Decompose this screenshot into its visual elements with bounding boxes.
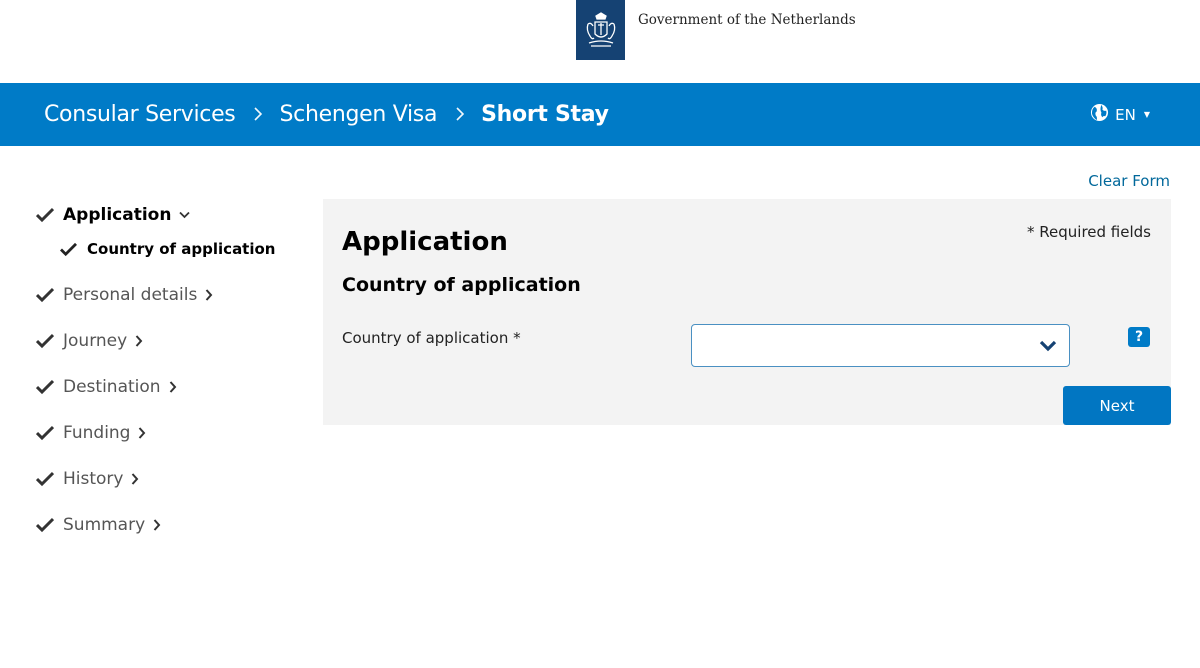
required-fields-note: * Required fields [1027, 223, 1151, 241]
breadcrumb: Consular Services Schengen Visa Short St… [44, 83, 609, 146]
step-label: Funding [63, 423, 131, 443]
step-label: History [63, 469, 124, 489]
step-history[interactable]: History [36, 456, 306, 502]
top-navigation-bar: Consular Services Schengen Visa Short St… [0, 83, 1200, 146]
chevron-right-icon [169, 381, 177, 393]
step-label: Summary [63, 515, 146, 535]
step-personal-details[interactable]: Personal details [36, 272, 306, 318]
checkmark-icon [36, 207, 56, 223]
breadcrumb-short-stay: Short Stay [481, 102, 609, 127]
substep-country-of-application[interactable]: Country of application [36, 226, 306, 272]
checkmark-icon [60, 242, 80, 257]
checkmark-icon [36, 333, 56, 349]
language-selector[interactable]: EN ▼ [1090, 83, 1150, 146]
breadcrumb-schengen-visa[interactable]: Schengen Visa [279, 102, 437, 127]
chevron-right-icon [455, 103, 465, 127]
step-label: Personal details [63, 285, 198, 305]
step-label: Journey [63, 331, 128, 351]
language-label: EN [1115, 105, 1136, 124]
chevron-right-icon [153, 519, 161, 531]
checkmark-icon [36, 471, 56, 487]
checkmark-icon [36, 379, 56, 395]
step-funding[interactable]: Funding [36, 410, 306, 456]
chevron-right-icon [138, 427, 146, 439]
country-of-application-select[interactable] [691, 324, 1070, 367]
section-title: Country of application [342, 274, 581, 296]
chevron-right-icon [205, 289, 213, 301]
chevron-right-icon [131, 473, 139, 485]
step-label: Destination [63, 377, 161, 397]
coat-of-arms-icon[interactable] [576, 0, 625, 60]
chevron-down-icon [1039, 338, 1057, 357]
checkmark-icon [36, 517, 56, 533]
clear-form-link[interactable]: Clear Form [1088, 172, 1170, 190]
chevron-right-icon [135, 335, 143, 347]
chevron-right-icon [253, 103, 263, 127]
checkmark-icon [36, 425, 56, 441]
checkmark-icon [36, 287, 56, 303]
step-journey[interactable]: Journey [36, 318, 306, 364]
step-navigation: Application Country of application Perso… [36, 202, 306, 548]
page-title: Application [342, 227, 508, 257]
application-form-panel: Application * Required fields Country of… [323, 199, 1171, 425]
step-application[interactable]: Application [36, 202, 306, 228]
government-header: Government of the Netherlands [0, 0, 1200, 83]
globe-icon [1090, 103, 1109, 126]
substep-label: Country of application [87, 240, 276, 258]
government-name: Government of the Netherlands [638, 12, 856, 28]
step-destination[interactable]: Destination [36, 364, 306, 410]
step-label: Application [63, 205, 172, 225]
caret-down-icon: ▼ [1143, 110, 1150, 119]
chevron-down-icon [179, 211, 191, 219]
step-summary[interactable]: Summary [36, 502, 306, 548]
next-button[interactable]: Next [1063, 386, 1171, 425]
country-of-application-label: Country of application * [342, 329, 521, 347]
breadcrumb-consular-services[interactable]: Consular Services [44, 102, 236, 127]
help-button[interactable]: ? [1128, 327, 1150, 347]
